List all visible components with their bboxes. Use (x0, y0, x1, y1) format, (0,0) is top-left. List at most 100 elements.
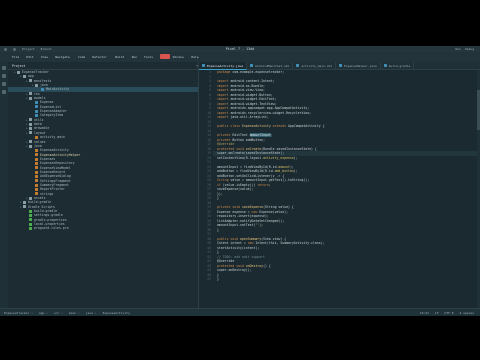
tab-label: build.gradle (388, 63, 411, 68)
code-editor[interactable]: package com.example.expensetracker; impo… (213, 70, 480, 308)
folder-icon (29, 122, 32, 126)
code-token: amountInput = findViewById(R.id. (217, 164, 279, 169)
ide-window: Project Branch Pixel 7 - 13dd Run Debug … (0, 46, 480, 316)
commit-tool-icon[interactable] (2, 74, 6, 78)
file-icon (29, 209, 32, 213)
breadcrumb-item[interactable]: main › (69, 311, 80, 315)
code-token: openSummary (240, 236, 262, 241)
code-token: value = amountInput.getText().toString()… (230, 178, 310, 182)
breadcrumb-item[interactable]: ExpenseActivity (103, 311, 130, 315)
code-token: (Bundle savedInstanceState) { (261, 146, 317, 151)
code-token: ExpenseActivity (241, 124, 273, 128)
file-icon (29, 218, 32, 222)
folder-icon (29, 96, 32, 100)
breadcrumb-item[interactable]: java › (86, 311, 97, 315)
editor-tab[interactable]: activity_main.xml (293, 62, 337, 69)
code-token: // TODO: add edit support (217, 254, 265, 259)
code-token: } (217, 196, 219, 200)
file-icon (383, 64, 387, 67)
code-token: (value.isEmpty()) (222, 182, 258, 187)
file-icon (35, 148, 38, 152)
breadcrumb-item[interactable]: app › (39, 311, 48, 315)
code-token: android.content.Intent; (230, 79, 275, 83)
menu-item[interactable]: Code (78, 54, 85, 59)
structure-tool-icon[interactable] (2, 82, 6, 86)
code-token: EditText (232, 133, 250, 137)
code-token: (View view) { (261, 236, 287, 241)
file-icon (29, 222, 32, 226)
code-token: } (217, 272, 219, 277)
file-icon (35, 187, 38, 191)
code-token: super.onCreate(savedInstanceState); (217, 151, 285, 155)
favorites-tool-icon[interactable] (2, 90, 6, 94)
code-token: androidx.recyclerview.widget.RecyclerVie… (230, 110, 312, 115)
tree-row-label: ExpenseTracker (22, 70, 49, 74)
code-token: ); (293, 169, 298, 173)
status-breadcrumb: ExpenseTracker › app › src › main › java › Ex… (0, 311, 130, 315)
project-panel-header: Project ⋯ (8, 62, 198, 70)
breadcrumb-item[interactable]: ExpenseTracker › (4, 311, 33, 315)
menu-item[interactable]: File (12, 54, 19, 59)
code-token: import (217, 106, 231, 110)
code-token: saveExpense (241, 205, 264, 209)
line-numbers: 1 2 3 4 5 6 7 8 9 10 11 12 13 14 15 16 17 18 19 20 21 22 23 24 2… (199, 70, 211, 282)
code-token: ); (293, 155, 298, 160)
code-token: android.view.View; (230, 88, 265, 92)
editor-tab[interactable]: ExpenseActivity.java (199, 62, 248, 70)
tree-row-label: proguard-rules.pro (34, 226, 69, 231)
code-token: import (217, 110, 231, 115)
status-item[interactable]: UTF-8 (445, 311, 454, 315)
code-token: String (217, 178, 231, 182)
status-item[interactable]: LF (435, 311, 439, 315)
folder-icon (29, 118, 32, 122)
file-icon (35, 161, 38, 165)
status-item[interactable]: 4 spaces (460, 311, 474, 315)
code-token: protected void (217, 263, 246, 268)
status-item[interactable]: 19:41 (420, 311, 429, 315)
code-line[interactable]: } (213, 277, 480, 282)
code-token: repository.insert(expense); (217, 214, 269, 218)
breadcrumb-item[interactable]: src › (54, 311, 63, 315)
code-token: Button (232, 137, 246, 142)
menu-item[interactable]: Window (173, 54, 184, 59)
menu-item[interactable]: Run (132, 54, 137, 59)
file-icon (339, 64, 343, 67)
file-icon (35, 101, 38, 105)
file-icon (35, 174, 38, 178)
panel-options-icon[interactable]: ⋯ (196, 64, 198, 68)
project-tool-icon[interactable] (2, 66, 6, 70)
code-token: import (217, 97, 231, 101)
menu-item[interactable]: View (41, 54, 48, 59)
code-token: Intent intent = (217, 241, 248, 245)
file-icon (35, 192, 38, 196)
code-token: Expense expense = (217, 209, 252, 214)
project-panel-title[interactable]: Project (12, 64, 25, 68)
code-token: public class (217, 124, 242, 128)
tree-row[interactable]: proguard-rules.pro (8, 226, 198, 230)
code-token: private (217, 133, 233, 137)
code-token: () { (263, 263, 271, 268)
menu-item[interactable]: Refactor (92, 54, 106, 59)
menu-item[interactable]: Build (115, 54, 124, 59)
editor-tab[interactable]: AndroidManifest.xml (247, 62, 294, 69)
menu-item[interactable]: Navigate (55, 54, 69, 59)
code-token: android.os.Bundle; (230, 83, 265, 88)
line-number: 47 (207, 277, 211, 281)
code-token: } (217, 250, 219, 254)
menu-item[interactable]: Tools (144, 54, 153, 59)
code-token: java.util.ArrayList; (230, 115, 269, 119)
menu-item[interactable]: Help (191, 54, 198, 59)
file-icon (202, 64, 205, 67)
folder-icon (35, 83, 38, 87)
code-token: addButton.setOnClickListener(v -> { (217, 173, 285, 178)
menu-item[interactable]: Edit (26, 54, 33, 59)
code-token: ); (259, 223, 264, 227)
editor-tab[interactable]: build.gradle (381, 62, 415, 69)
file-icon (35, 157, 38, 161)
folder-icon (29, 127, 32, 131)
tab-label: AndroidManifest.xml (255, 63, 290, 68)
folder-icon (29, 79, 32, 83)
code-token: ); (289, 164, 294, 169)
accent-chip[interactable] (160, 54, 170, 59)
editor-tab[interactable]: ExpenseHelper.java (336, 62, 381, 69)
